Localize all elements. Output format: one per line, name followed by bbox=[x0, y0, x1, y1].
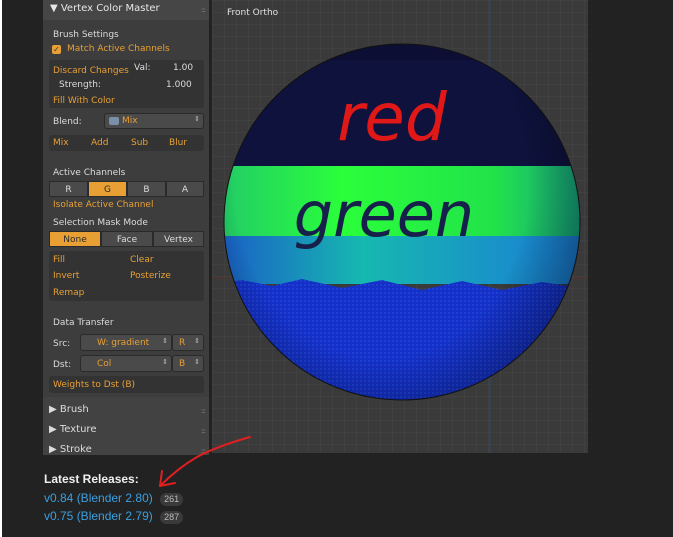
sphere-text-green: green bbox=[294, 178, 474, 251]
release-link-0-75[interactable]: v0.75 (Blender 2.79) bbox=[44, 509, 153, 523]
fill-button[interactable]: Fill bbox=[53, 255, 65, 265]
data-transfer-label: Data Transfer bbox=[53, 318, 114, 328]
panel-title: ▼ Vertex Color Master bbox=[50, 3, 160, 14]
src-channel-select[interactable]: R ⇕ bbox=[172, 334, 204, 351]
isolate-channel-button[interactable]: Isolate Active Channel bbox=[53, 200, 153, 210]
clear-button[interactable]: Clear bbox=[130, 255, 154, 265]
strength-value[interactable]: 1.000 bbox=[166, 80, 192, 90]
release-link-0-84[interactable]: v0.84 (Blender 2.80) bbox=[44, 491, 153, 505]
releases-heading: Latest Releases: bbox=[44, 472, 139, 486]
invert-button[interactable]: Invert bbox=[53, 271, 79, 281]
val-label: Val: bbox=[134, 63, 151, 73]
src-icon bbox=[87, 338, 97, 347]
mask-vertex-button[interactable]: Vertex bbox=[153, 231, 204, 247]
match-channels-checkbox[interactable]: ✓ Match Active Channels bbox=[52, 44, 202, 58]
viewport-canvas: red green bbox=[212, 0, 588, 453]
updown-icon: ⇕ bbox=[194, 337, 200, 345]
channel-r-button[interactable]: R bbox=[49, 181, 88, 197]
sphere-text-red: red bbox=[337, 79, 448, 156]
fill-with-color-button[interactable]: Fill With Color bbox=[53, 96, 115, 106]
drag-grip-icon[interactable]: ::: bbox=[201, 447, 206, 455]
viewport-title: Front Ortho bbox=[227, 8, 279, 18]
val-value[interactable]: 1.00 bbox=[173, 63, 193, 73]
blend-mode-mix[interactable]: Mix bbox=[53, 138, 69, 148]
blend-mode-add[interactable]: Add bbox=[91, 138, 108, 148]
channel-b-button[interactable]: B bbox=[127, 181, 166, 197]
weights-to-dst-button[interactable]: Weights to Dst (B) bbox=[53, 380, 135, 390]
blend-label: Blend: bbox=[53, 117, 82, 127]
updown-icon: ⇕ bbox=[194, 358, 200, 366]
remap-button[interactable]: Remap bbox=[53, 288, 84, 298]
blend-mode-blur[interactable]: Blur bbox=[169, 138, 187, 148]
blend-select-value: Mix bbox=[122, 116, 138, 126]
checkbox-checked-icon: ✓ bbox=[52, 45, 61, 54]
discard-changes-button[interactable]: Discard Changes bbox=[53, 66, 129, 76]
dst-channel-value: B bbox=[179, 359, 186, 369]
brush-settings-label: Brush Settings bbox=[53, 30, 119, 40]
src-channel-value: R bbox=[179, 338, 186, 348]
release-row: v0.75 (Blender 2.79) 287 bbox=[44, 509, 184, 524]
posterize-button[interactable]: Posterize bbox=[130, 271, 171, 281]
dst-select[interactable]: Col ⇕ bbox=[80, 355, 172, 372]
blend-mode-icon bbox=[109, 117, 119, 125]
src-label: Src: bbox=[53, 339, 71, 349]
src-select[interactable]: W: gradient ⇕ bbox=[80, 334, 172, 351]
drag-grip-icon[interactable]: ::: bbox=[201, 427, 206, 435]
match-channels-label: Match Active Channels bbox=[67, 44, 170, 54]
brush-panel-toggle[interactable]: ▶ Brush bbox=[49, 404, 89, 415]
blend-select[interactable]: Mix ⇕ bbox=[104, 113, 204, 129]
drag-grip-icon[interactable]: ::: bbox=[201, 6, 206, 14]
updown-icon: ⇕ bbox=[162, 337, 168, 345]
active-channels-label: Active Channels bbox=[53, 168, 126, 178]
dst-icon bbox=[87, 359, 97, 368]
texture-panel-toggle[interactable]: ▶ Texture bbox=[49, 424, 96, 435]
mask-face-button[interactable]: Face bbox=[101, 231, 153, 247]
strength-label: Strength: bbox=[59, 80, 101, 90]
dst-channel-select[interactable]: B ⇕ bbox=[172, 355, 204, 372]
blend-mode-sub[interactable]: Sub bbox=[131, 138, 148, 148]
dst-select-value: Col bbox=[97, 359, 112, 369]
channel-a-button[interactable]: A bbox=[166, 181, 204, 197]
drag-grip-icon[interactable]: ::: bbox=[201, 407, 206, 415]
download-count-badge: 261 bbox=[160, 493, 184, 506]
channel-g-button[interactable]: G bbox=[88, 181, 127, 197]
release-row: v0.84 (Blender 2.80) 261 bbox=[44, 491, 184, 506]
selection-mask-label: Selection Mask Mode bbox=[53, 218, 148, 228]
updown-icon: ⇕ bbox=[194, 115, 200, 123]
3d-viewport[interactable]: red green Front Ortho bbox=[212, 0, 588, 453]
stroke-panel-toggle[interactable]: ▶ Stroke bbox=[49, 444, 92, 455]
panel-header[interactable]: ▼ Vertex Color Master ::: bbox=[43, 0, 209, 20]
mask-none-button[interactable]: None bbox=[49, 231, 101, 247]
download-count-badge: 287 bbox=[160, 511, 184, 524]
updown-icon: ⇕ bbox=[162, 358, 168, 366]
dst-label: Dst: bbox=[53, 360, 72, 370]
src-select-value: W: gradient bbox=[97, 338, 150, 348]
vertex-color-master-panel: ▼ Vertex Color Master ::: Brush Settings… bbox=[43, 0, 209, 455]
